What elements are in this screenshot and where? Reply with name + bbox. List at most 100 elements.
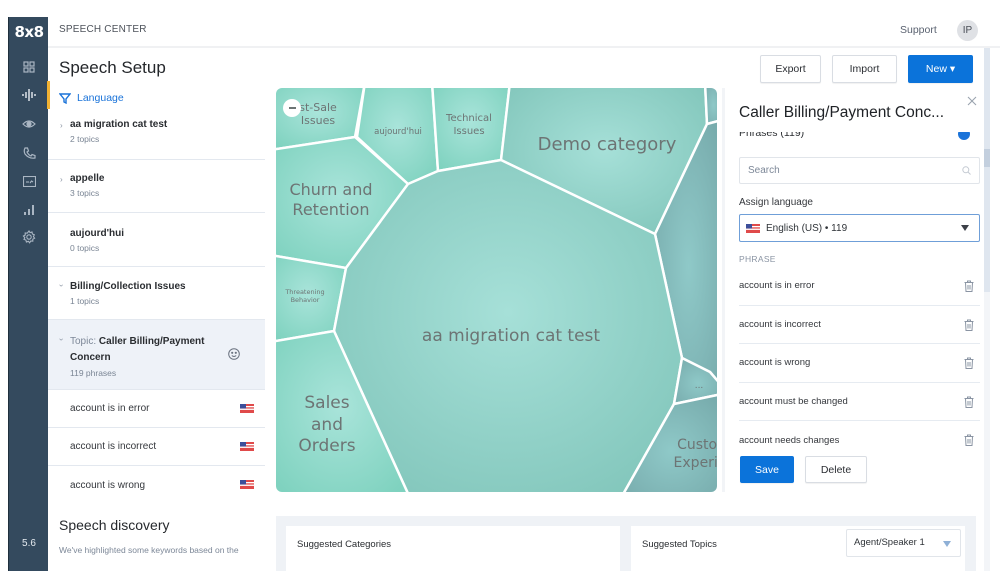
category-item[interactable]: aujourd'hui 0 topics: [48, 213, 265, 267]
gear-icon[interactable]: [9, 223, 49, 251]
speaker-select[interactable]: Agent/Speaker 1: [846, 529, 961, 557]
treemap-cell-label: Demo category: [538, 134, 677, 155]
phrase-item[interactable]: account is wrong: [48, 466, 265, 504]
app-version: 5.6: [22, 538, 36, 549]
support-link[interactable]: Support: [900, 24, 937, 36]
speech-discovery-text: We've highlighted some keywords based on…: [59, 545, 239, 555]
topic-detail-panel: Caller Billing/Payment Conc... Phrases (…: [722, 88, 984, 492]
search-icon: [962, 166, 971, 175]
category-name: appelle: [70, 173, 105, 184]
user-avatar[interactable]: IP: [957, 20, 978, 41]
phone-icon[interactable]: [9, 139, 49, 167]
treemap-cell-label: Sales: [304, 393, 349, 413]
import-button[interactable]: Import: [832, 55, 897, 83]
phrase-text: account is in error: [739, 280, 815, 292]
dropdown-arrow-icon: [943, 541, 951, 547]
trash-icon[interactable]: [964, 280, 974, 292]
collapse-caret-icon[interactable]: ›: [57, 284, 66, 287]
new-button[interactable]: New ▾: [908, 55, 973, 83]
panel-phrase-row[interactable]: account is incorrect: [739, 306, 980, 344]
speech-discovery-title: Speech discovery: [59, 517, 170, 533]
treemap-cell-label: aa migration cat test: [422, 326, 601, 346]
topic-name: Caller Billing/Payment: [98, 336, 205, 347]
panel-phrase-row[interactable]: account is wrong: [739, 344, 980, 383]
expand-caret-icon[interactable]: ›: [60, 175, 63, 184]
category-treemap: st-Sale Issues aujourd'hui Technical Issues D…: [276, 88, 717, 492]
phrase-text: account is wrong: [739, 357, 811, 369]
scrollbar-thumb[interactable]: [984, 149, 990, 167]
app-name: SPEECH CENTER: [59, 24, 147, 35]
filter-label: Language: [77, 92, 124, 104]
treemap-cell-label: ...: [695, 381, 704, 391]
phrase-text: account needs changes: [739, 434, 840, 446]
phrase-search-input[interactable]: Search: [739, 157, 980, 184]
category-name: aujourd'hui: [70, 228, 125, 239]
assign-language-label: Assign language: [739, 197, 813, 208]
save-button[interactable]: Save: [740, 456, 794, 483]
treemap-cell-label: Technical: [445, 113, 492, 124]
category-item[interactable]: › appelle 3 topics: [48, 160, 265, 213]
topic-prefix: Topic:: [70, 336, 97, 347]
speech-waveform-icon[interactable]: [9, 81, 50, 109]
page-title: Speech Setup: [59, 58, 166, 77]
phrase-item[interactable]: account is in error: [48, 390, 265, 428]
category-name: aa migration cat test: [70, 119, 168, 130]
page-scrollbar[interactable]: [984, 48, 990, 571]
delete-button[interactable]: Delete: [805, 456, 867, 483]
treemap-cell-label: st-Sale: [299, 101, 337, 114]
treemap-cell-label: and: [311, 415, 343, 435]
dashboard-icon[interactable]: [9, 53, 49, 81]
phrase-text: account is in error: [70, 403, 150, 414]
treemap-cell[interactable]: [704, 88, 717, 126]
trash-icon[interactable]: [964, 357, 974, 369]
suggested-categories-card: Suggested Categories: [286, 526, 620, 576]
phrase-text: account must be changed: [739, 395, 848, 407]
phrase-text: account is incorrect: [739, 318, 821, 330]
topic-count: 119 phrases: [70, 368, 117, 378]
category-count: 0 topics: [70, 243, 100, 253]
close-icon[interactable]: [967, 96, 977, 106]
category-item[interactable]: › aa migration cat test 2 topics: [48, 110, 265, 160]
bar-chart-icon[interactable]: [9, 195, 49, 223]
export-button[interactable]: Export: [760, 55, 821, 83]
language-value: English (US) • 119: [766, 222, 848, 234]
brand-logo[interactable]: 8x8: [9, 17, 49, 47]
language-select[interactable]: English (US) • 119: [739, 214, 980, 242]
panel-phrase-row[interactable]: account must be changed: [739, 383, 980, 421]
category-name: Billing/Collection Issues: [70, 281, 186, 292]
treemap-cell-label: Custor: [677, 437, 717, 453]
sentiment-icon[interactable]: [228, 348, 240, 360]
panel-phrase-row[interactable]: account is in error: [739, 267, 980, 306]
panel-phrase-row[interactable]: account needs changes: [739, 421, 980, 460]
top-bar: SPEECH CENTER Support IP: [48, 17, 1000, 48]
left-nav: 8x8 5.6: [8, 17, 50, 571]
search-placeholder: Search: [748, 165, 780, 176]
us-flag-icon: [240, 480, 254, 489]
zoom-out-button[interactable]: [283, 99, 301, 117]
trash-icon[interactable]: [964, 319, 974, 331]
topic-name-cont: Concern: [70, 352, 111, 363]
scrollbar-track-highlight[interactable]: [984, 48, 990, 292]
topic-item[interactable]: › Topic: Caller Billing/Payment Concern …: [48, 320, 265, 390]
treemap-cell-label: Issues: [453, 126, 484, 137]
phrase-text: account is incorrect: [70, 441, 157, 452]
trash-icon[interactable]: [964, 396, 974, 408]
filter-icon: [59, 92, 71, 104]
treemap-cell-label: aujourd'hui: [374, 127, 422, 137]
phrase-text: account is wrong: [70, 479, 146, 491]
treemap-cell-label: Churn and: [289, 180, 372, 199]
us-flag-icon: [240, 404, 254, 413]
eye-icon[interactable]: [9, 110, 49, 138]
phrase-item[interactable]: account is incorrect: [48, 428, 265, 466]
category-item[interactable]: › Billing/Collection Issues 1 topics: [48, 267, 265, 320]
collapse-toggle-icon[interactable]: [958, 132, 970, 140]
panel-phrase-list: account is in error account is incorrect…: [739, 267, 980, 460]
treemap-cell-label: Issues: [301, 114, 335, 127]
collapse-caret-icon[interactable]: ›: [57, 338, 66, 341]
language-filter[interactable]: Language: [59, 92, 124, 104]
expand-caret-icon[interactable]: ›: [60, 121, 63, 130]
trash-icon[interactable]: [964, 434, 974, 446]
treemap-cell-label: Retention: [292, 200, 369, 219]
treemap-cell-label: Experie: [674, 455, 717, 471]
report-icon[interactable]: [9, 167, 49, 195]
